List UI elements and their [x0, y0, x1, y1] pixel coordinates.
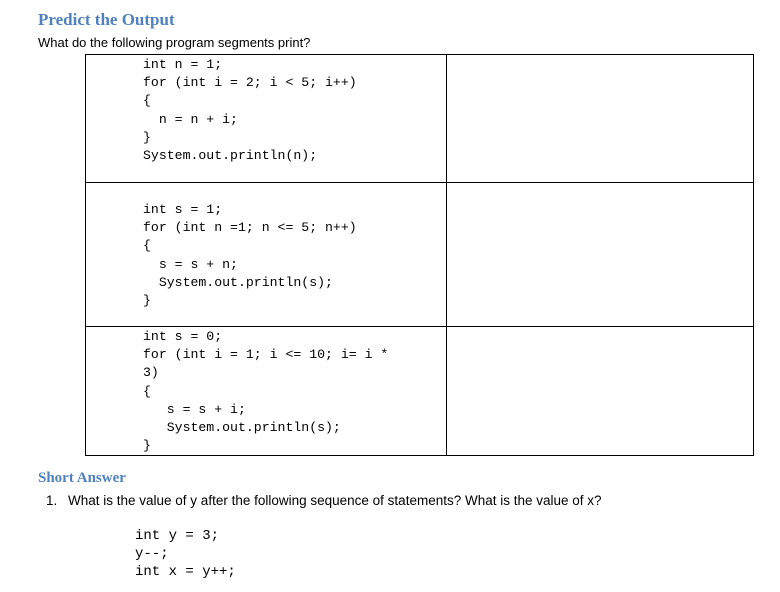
question-text: What is the value of y after the followi… [68, 493, 602, 508]
code-cell: int s = 0; for (int i = 1; i <= 10; i= i… [85, 325, 447, 457]
answer-cell[interactable] [446, 54, 754, 183]
table-row: int s = 1; for (int n =1; n <= 5; n++) {… [85, 182, 754, 327]
table-row: int n = 1; for (int i = 2; i < 5; i++) {… [85, 54, 754, 183]
answer-cell[interactable] [446, 325, 754, 457]
code-cell: int n = 1; for (int i = 2; i < 5; i++) {… [85, 54, 447, 183]
short-answer-heading: Short Answer [38, 470, 126, 486]
table-row: int s = 0; for (int i = 1; i <= 10; i= i… [85, 325, 754, 457]
question-1-code: int y = 3; y--; int x = y++; [135, 528, 236, 580]
code-snippet: int n = 1; for (int i = 2; i < 5; i++) {… [143, 57, 357, 164]
predict-output-heading: Predict the Output [38, 10, 175, 29]
question-number: 1. [46, 493, 58, 508]
predict-output-intro: What do the following program segments p… [38, 35, 311, 50]
predict-output-table: int n = 1; for (int i = 2; i < 5; i++) {… [85, 54, 754, 457]
question-1: 1. What is the value of y after the follo… [46, 493, 602, 508]
code-snippet: int s = 0; for (int i = 1; i <= 10; i= i… [143, 329, 389, 454]
code-cell: int s = 1; for (int n =1; n <= 5; n++) {… [85, 182, 447, 327]
answer-cell[interactable] [446, 182, 754, 327]
code-snippet: int s = 1; for (int n =1; n <= 5; n++) {… [143, 202, 357, 309]
